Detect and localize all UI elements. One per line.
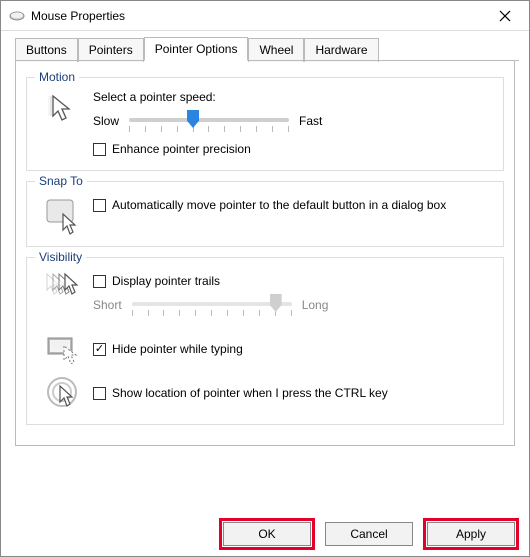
pointer-trails-icon bbox=[37, 270, 93, 302]
window-title: Mouse Properties bbox=[31, 9, 485, 23]
group-snap-to: Snap To Automatically move pointer to th… bbox=[26, 181, 504, 247]
slow-label: Slow bbox=[93, 114, 119, 128]
close-button[interactable] bbox=[485, 2, 525, 30]
pointer-trails-label: Display pointer trails bbox=[112, 274, 220, 288]
mouse-icon bbox=[9, 8, 25, 24]
enhance-precision-label: Enhance pointer precision bbox=[112, 142, 251, 156]
pointer-trails-checkbox[interactable]: Display pointer trails bbox=[93, 274, 493, 288]
apply-button[interactable]: Apply bbox=[427, 522, 515, 546]
hide-pointer-icon bbox=[37, 332, 93, 364]
tab-wheel[interactable]: Wheel bbox=[248, 38, 304, 62]
group-snap-title: Snap To bbox=[35, 174, 87, 188]
pointer-speed-label: Select a pointer speed: bbox=[93, 90, 493, 104]
checkbox-icon bbox=[93, 343, 106, 356]
hide-pointer-label: Hide pointer while typing bbox=[112, 342, 243, 356]
ctrl-pointer-label: Show location of pointer when I press th… bbox=[112, 386, 388, 400]
snap-to-icon bbox=[37, 194, 93, 236]
checkbox-icon bbox=[93, 143, 106, 156]
checkbox-icon bbox=[93, 387, 106, 400]
ctrl-pointer-icon bbox=[37, 374, 93, 414]
group-motion-title: Motion bbox=[35, 70, 79, 84]
group-visibility: Visibility Display pointer trails bbox=[26, 257, 504, 425]
checkbox-icon bbox=[93, 199, 106, 212]
tab-pointer-options[interactable]: Pointer Options bbox=[144, 37, 249, 61]
ctrl-pointer-checkbox[interactable]: Show location of pointer when I press th… bbox=[93, 386, 493, 400]
tab-strip: Buttons Pointers Pointer Options Wheel H… bbox=[1, 31, 529, 61]
tab-buttons[interactable]: Buttons bbox=[15, 38, 78, 62]
fast-label: Fast bbox=[299, 114, 322, 128]
auto-move-checkbox[interactable]: Automatically move pointer to the defaul… bbox=[93, 198, 493, 212]
enhance-precision-checkbox[interactable]: Enhance pointer precision bbox=[93, 142, 493, 156]
cancel-button[interactable]: Cancel bbox=[325, 522, 413, 546]
tab-pointers[interactable]: Pointers bbox=[78, 38, 144, 62]
group-visibility-title: Visibility bbox=[35, 250, 86, 264]
mouse-properties-window: Mouse Properties Buttons Pointers Pointe… bbox=[0, 0, 530, 557]
checkbox-icon bbox=[93, 275, 106, 288]
pointer-trails-slider bbox=[132, 294, 292, 316]
ok-button[interactable]: OK bbox=[223, 522, 311, 546]
short-label: Short bbox=[93, 298, 122, 312]
tab-hardware[interactable]: Hardware bbox=[304, 38, 378, 62]
hide-pointer-checkbox[interactable]: Hide pointer while typing bbox=[93, 342, 493, 356]
pointer-speed-icon bbox=[37, 90, 93, 128]
long-label: Long bbox=[302, 298, 329, 312]
titlebar: Mouse Properties bbox=[1, 1, 529, 31]
dialog-buttons: OK Cancel Apply bbox=[223, 522, 515, 546]
tab-panel-pointer-options: Motion Select a pointer speed: Slow bbox=[15, 61, 515, 446]
group-motion: Motion Select a pointer speed: Slow bbox=[26, 77, 504, 171]
auto-move-label: Automatically move pointer to the defaul… bbox=[112, 198, 446, 212]
pointer-speed-slider[interactable] bbox=[129, 110, 289, 132]
